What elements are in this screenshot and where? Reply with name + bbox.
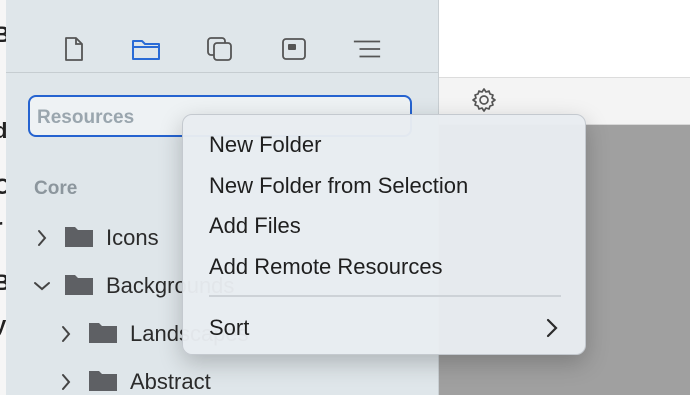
menu-item-new-folder-from-selection[interactable]: New Folder from Selection xyxy=(209,173,468,199)
tree-item-abstract[interactable]: Abstract xyxy=(56,367,211,397)
document-icon[interactable] xyxy=(59,34,89,64)
chevron-right-icon xyxy=(545,317,559,339)
menu-item-add-files[interactable]: Add Files xyxy=(209,213,301,239)
panel-icon[interactable] xyxy=(279,34,309,64)
sidebar-toolbar xyxy=(6,0,438,73)
folder-icon xyxy=(64,224,94,253)
tree-item-label: Abstract xyxy=(130,369,211,394)
chevron-right-icon[interactable] xyxy=(56,324,76,344)
copy-icon[interactable] xyxy=(205,34,235,64)
menu-divider xyxy=(209,295,561,297)
main-header-area xyxy=(439,0,690,78)
folder-icon[interactable] xyxy=(131,34,161,64)
chevron-down-icon[interactable] xyxy=(32,276,52,296)
clipped-glyph: r xyxy=(0,214,3,240)
menu-item-new-folder[interactable]: New Folder xyxy=(209,132,321,158)
folder-icon xyxy=(88,368,118,397)
folder-icon xyxy=(64,272,94,301)
gear-icon[interactable] xyxy=(470,86,498,114)
list-icon[interactable] xyxy=(352,34,382,64)
tree-item-icons[interactable]: Icons xyxy=(32,223,159,253)
section-header-core: Core xyxy=(34,178,78,199)
chevron-right-icon[interactable] xyxy=(32,228,52,248)
context-menu: New Folder New Folder from Selection Add… xyxy=(182,114,586,355)
menu-item-add-remote-resources[interactable]: Add Remote Resources xyxy=(209,254,443,280)
folder-icon xyxy=(88,320,118,349)
menu-item-sort[interactable]: Sort xyxy=(209,315,249,341)
chevron-right-icon[interactable] xyxy=(56,372,76,392)
tree-item-label: Icons xyxy=(106,225,159,250)
resources-search-value: Resources xyxy=(37,107,135,128)
